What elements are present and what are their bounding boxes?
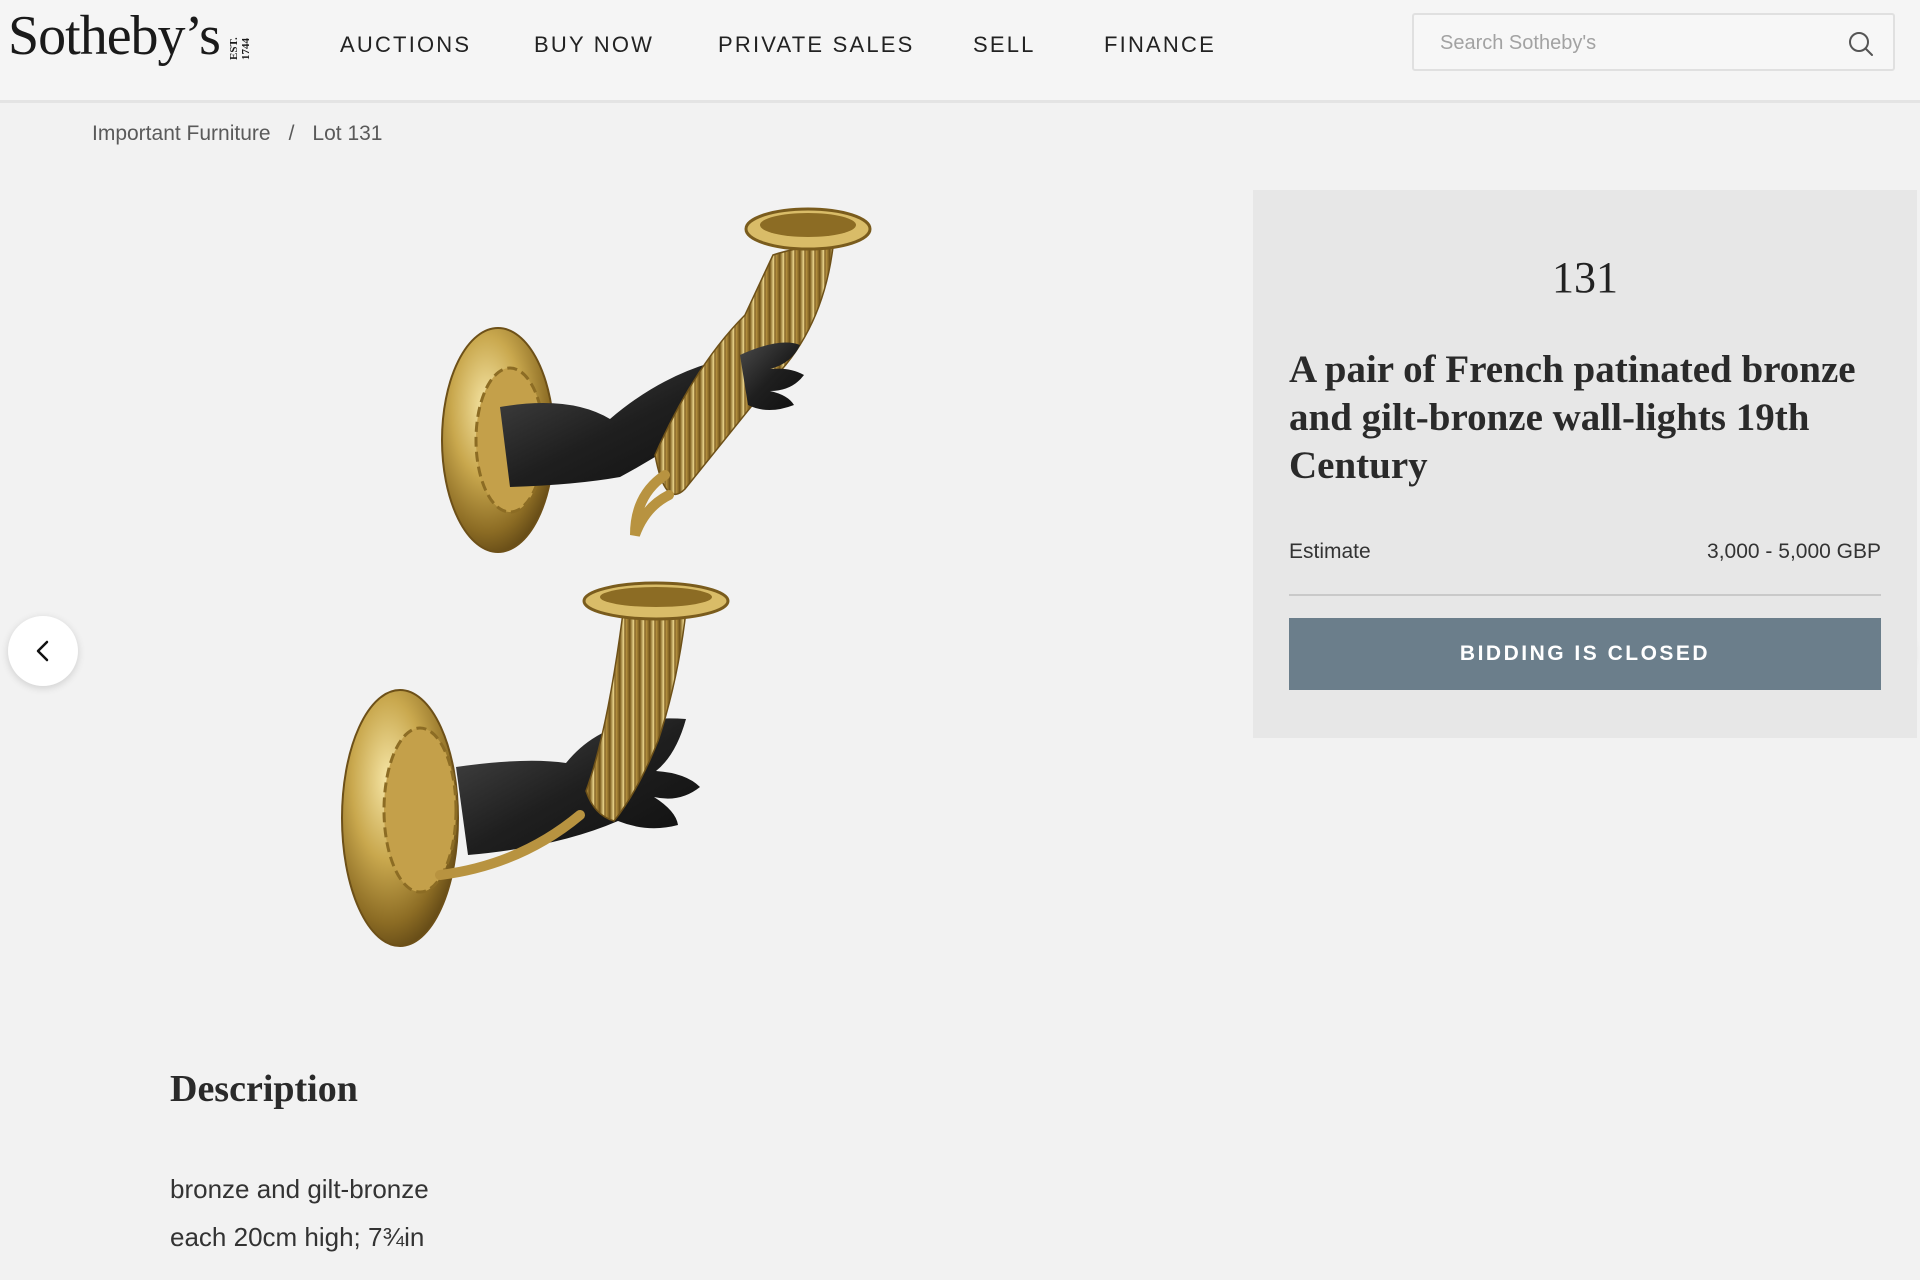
- lot-image: [341, 207, 872, 947]
- breadcrumb-separator: /: [288, 122, 295, 145]
- description-dimensions: each 20cm high; 7¾in: [170, 1222, 425, 1252]
- nav-sell[interactable]: SELL: [973, 28, 1036, 62]
- nav-auctions[interactable]: AUCTIONS: [340, 28, 471, 62]
- nav-finance[interactable]: FINANCE: [1104, 28, 1216, 62]
- description-materials: bronze and gilt-bronze: [170, 1174, 429, 1204]
- search-icon[interactable]: [1847, 30, 1875, 58]
- logo-est-mark: EST. 1744: [227, 37, 252, 60]
- nav-private-sales[interactable]: PRIVATE SALES: [718, 28, 915, 62]
- breadcrumb-current-lot: Lot 131: [312, 122, 383, 145]
- logo-wordmark: Sotheby’s: [8, 5, 221, 67]
- chevron-left-icon: [36, 640, 49, 662]
- search-input[interactable]: [1440, 25, 1840, 61]
- description-heading: Description: [170, 1068, 358, 1110]
- estimate-label: Estimate: [1289, 540, 1371, 563]
- sothebys-logo[interactable]: Sotheby’s EST. 1744: [8, 6, 252, 66]
- lot-number: 131: [1552, 253, 1618, 302]
- search-box: [1412, 13, 1895, 71]
- estimate-row: Estimate 3,000 - 5,000 GBP: [1289, 540, 1881, 596]
- upper-wall-light: [441, 207, 872, 553]
- breadcrumb-important-furniture[interactable]: Important Furniture: [92, 122, 271, 146]
- lot-title: A pair of French patinated bronze and gi…: [1289, 348, 1856, 487]
- lower-wall-light: [341, 581, 730, 947]
- site-header: Sotheby’s EST. 1744 AUCTIONS BUY NOW PRI…: [0, 0, 1920, 103]
- breadcrumb: Important Furniture / Lot 131: [92, 122, 383, 146]
- bidding-closed-button[interactable]: BIDDING IS CLOSED: [1289, 618, 1881, 690]
- estimate-value: 3,000 - 5,000 GBP: [1707, 540, 1881, 563]
- nav-buy-now[interactable]: BUY NOW: [534, 28, 654, 62]
- lot-info-panel: 131 A pair of French patinated bronze an…: [1253, 190, 1917, 738]
- previous-lot-button[interactable]: [8, 616, 78, 686]
